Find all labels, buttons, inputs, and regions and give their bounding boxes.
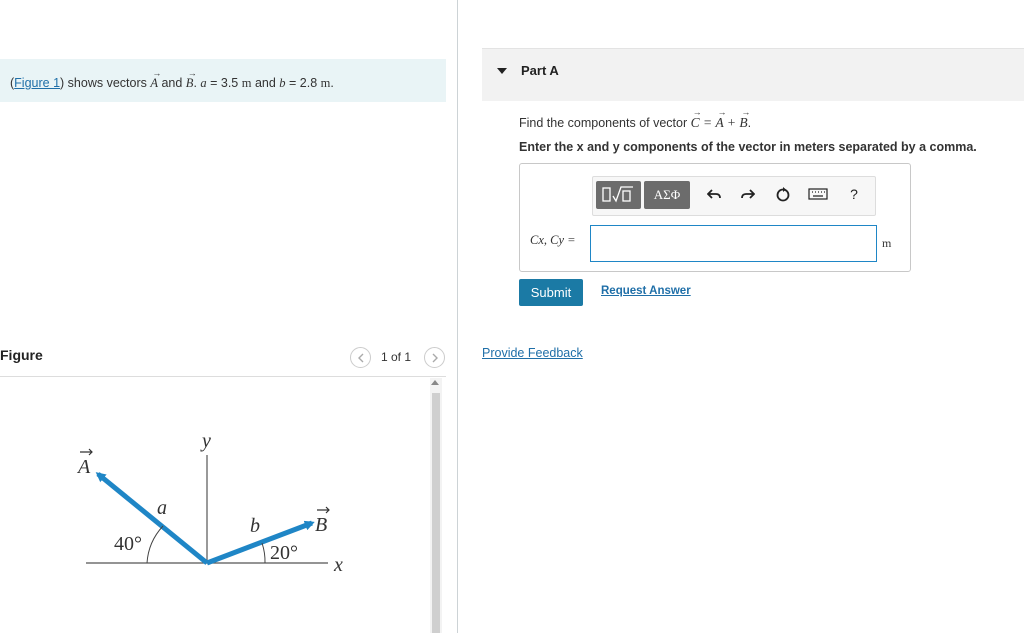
reset-icon[interactable] xyxy=(773,184,793,204)
question-expression: → C = → A + → B xyxy=(690,107,751,130)
templates-button[interactable] xyxy=(596,181,641,209)
part-a-header[interactable] xyxy=(482,48,1024,101)
magnitude-b-label: b xyxy=(250,515,260,537)
problem-intro: (Figure 1) shows vectors → A and → B. a = … xyxy=(10,68,334,91)
vector-b-label: B xyxy=(315,514,327,536)
vector-b-symbol: → B xyxy=(185,68,197,90)
value-a: = 3.5 xyxy=(206,76,242,90)
previous-figure-button[interactable] xyxy=(350,347,371,368)
figure-pager: 1 of 1 xyxy=(381,350,412,364)
provide-feedback-link[interactable]: Provide Feedback xyxy=(482,346,583,360)
redo-icon[interactable] xyxy=(738,184,758,204)
part-title: Part A xyxy=(521,63,559,78)
vector-a-label: A xyxy=(76,456,91,478)
figure-title: Figure xyxy=(0,347,43,363)
intro-period: . xyxy=(330,76,334,90)
submit-button[interactable]: Submit xyxy=(519,279,583,306)
answer-unit: m xyxy=(882,236,892,250)
answer-label: Cx, Cy = xyxy=(530,233,576,247)
scrollbar-thumb[interactable] xyxy=(432,393,440,633)
magnitude-a-label: a xyxy=(157,497,167,519)
answer-input[interactable] xyxy=(590,225,877,262)
question-period: . xyxy=(747,116,752,130)
angle-b-label: 20° xyxy=(270,542,298,564)
collapse-caret-icon[interactable] xyxy=(497,68,507,74)
next-figure-button[interactable] xyxy=(424,347,445,368)
vector-a-arrow-accent xyxy=(80,448,93,456)
question-text: Find the components of vector → C = → A + … xyxy=(519,107,752,131)
scroll-up-arrow-icon[interactable] xyxy=(431,380,439,385)
unit-b: m xyxy=(320,76,331,90)
angle-a-label: 40° xyxy=(114,533,142,555)
figure-divider xyxy=(0,376,446,377)
question-prefix: Find the components of vector xyxy=(519,116,691,130)
vector-figure: y x A B a b 40° 20° xyxy=(76,430,343,576)
figure-link[interactable]: Figure 1 xyxy=(14,76,60,90)
intro-text: ) shows vectors xyxy=(60,76,151,90)
undo-icon[interactable] xyxy=(704,184,724,204)
angle-arc-a xyxy=(146,525,164,564)
chevron-right-icon xyxy=(432,353,438,362)
vector-b-arrow-accent xyxy=(317,506,330,514)
y-axis-label: y xyxy=(200,430,211,452)
vector-a-symbol: → A xyxy=(150,68,162,90)
request-answer-link[interactable]: Request Answer xyxy=(601,285,691,297)
panel-divider xyxy=(457,0,458,633)
value-b: = 2.8 xyxy=(285,76,321,90)
instruction-text: Enter the x and y components of the vect… xyxy=(519,140,977,154)
sqrt-template-icon xyxy=(601,186,633,203)
angle-arc-b xyxy=(261,542,266,564)
help-button[interactable]: ? xyxy=(844,184,864,204)
chevron-left-icon xyxy=(357,353,363,362)
greek-symbols-button[interactable]: ΑΣΦ xyxy=(644,181,690,209)
intro-and: and xyxy=(157,76,186,90)
x-axis-label: x xyxy=(333,554,343,576)
keyboard-icon[interactable] xyxy=(807,184,829,204)
intro-and-2: and xyxy=(251,76,280,90)
